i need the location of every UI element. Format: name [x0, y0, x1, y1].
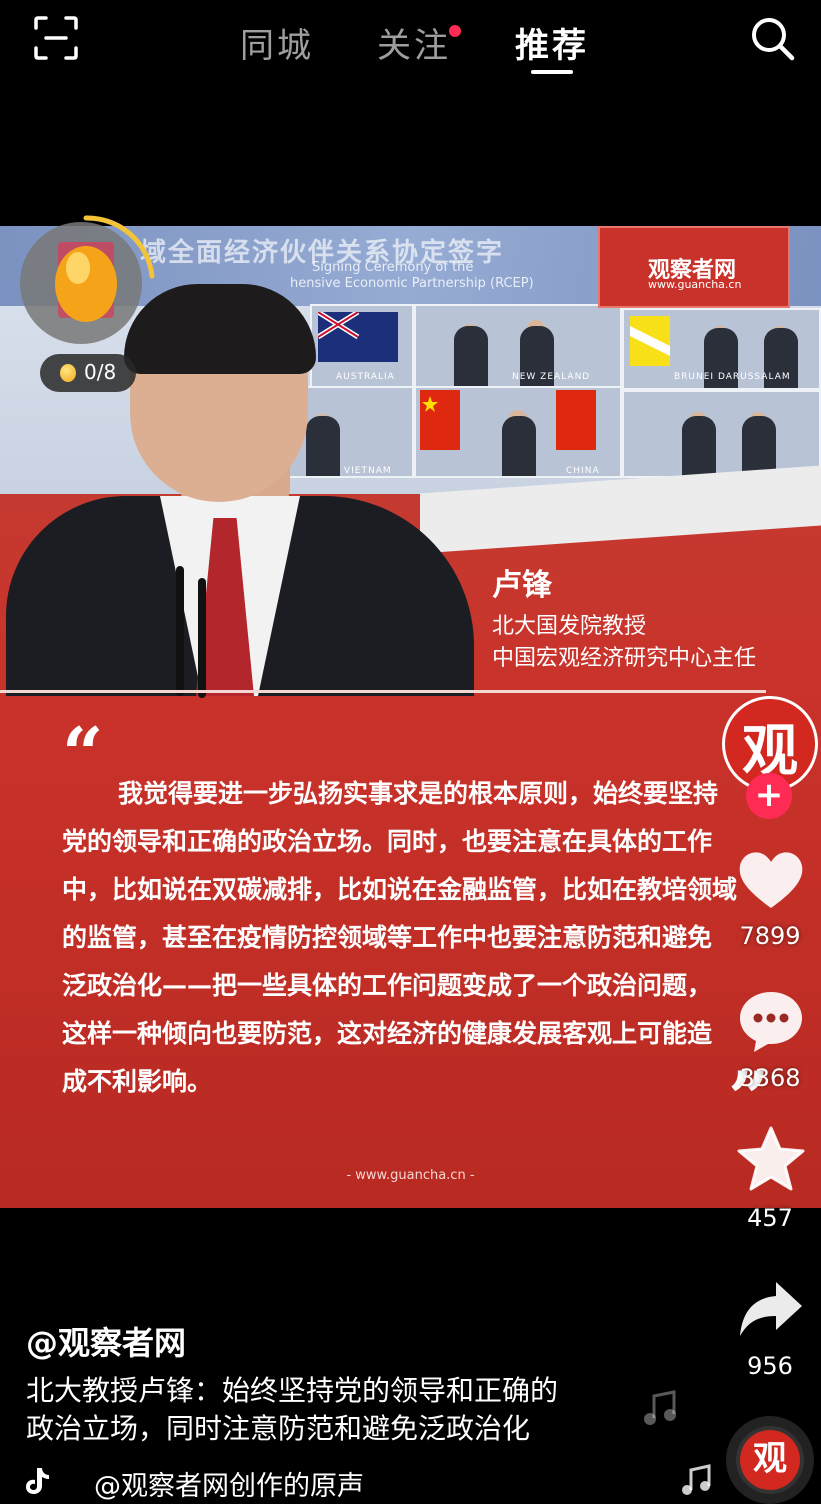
- tab-following[interactable]: 关注: [377, 18, 451, 67]
- share-arrow-icon[interactable]: [736, 1274, 806, 1344]
- favorite-count: 457: [747, 1204, 793, 1232]
- reward-progress-text: 0/8: [84, 360, 117, 384]
- quote-line: 泛政治化——把一些具体的工作问题变成了一个政治问题，: [62, 971, 713, 1000]
- music-note-icon: [644, 1390, 676, 1425]
- quote-line: 这样一种倾向也要防范，这对经济的健康发展客观上可能造: [62, 1019, 713, 1048]
- country-label: CHINA: [566, 466, 600, 476]
- comment-icon[interactable]: [736, 986, 806, 1056]
- speaker-title-1: 北大国发院教授: [492, 614, 647, 639]
- country-label: BRUNEI DARUSSALAM: [674, 372, 791, 382]
- music-title: @观察者网创作的原声: [94, 1471, 364, 1502]
- author-name[interactable]: @观察者网: [26, 1318, 186, 1364]
- video-panel-brunei: BRUNEI DARUSSALAM: [622, 308, 821, 390]
- quote-line: 的监管，甚至在疫情防控领域等工作中也要注意防范和避免: [62, 923, 713, 952]
- reward-progress-badge[interactable]: 0/8: [40, 354, 136, 392]
- comment-count: 3368: [739, 1064, 801, 1092]
- favorite-star-icon[interactable]: [736, 1124, 806, 1194]
- country-label: NEW ZEALAND: [512, 372, 591, 382]
- quote-text: 我觉得要进一步弘扬实事求是的根本原则，始终要坚持 党的领导和正确的政治立场。同时…: [62, 770, 782, 1106]
- speaker-name: 卢锋: [492, 568, 552, 603]
- speaker-title-2: 中国宏观经济研究中心主任: [492, 646, 757, 671]
- coin-icon: [60, 364, 76, 382]
- post-caption[interactable]: 北大教授卢锋：始终坚持党的领导和正确的 政治立场，同时注意防范和避免泛政治化: [26, 1372, 626, 1448]
- top-tabs: 同城 关注 推荐: [0, 12, 821, 72]
- like-heart-icon[interactable]: [736, 846, 806, 916]
- tab-recommend[interactable]: 推荐: [515, 18, 589, 67]
- follow-button[interactable]: +: [746, 773, 792, 819]
- quote-line: 成不利影响。: [62, 1067, 213, 1096]
- tiktok-logo-icon: [26, 1468, 49, 1494]
- notification-dot: [449, 25, 461, 37]
- quote-line: 我觉得要进一步弘扬实事求是的根本原则，始终要坚持: [118, 779, 719, 808]
- music-note-icon: [682, 1464, 711, 1495]
- video-panel-cambodia: [622, 390, 821, 478]
- search-icon[interactable]: [748, 14, 796, 62]
- active-tab-indicator: [531, 70, 573, 74]
- golden-egg-icon: [55, 242, 117, 322]
- divider-line: [0, 690, 766, 693]
- quote-line: 中，比如说在双碳减排，比如说在金融监管，比如在教培领域: [62, 875, 738, 904]
- quote-line: 党的领导和正确的政治立场。同时，也要注意在具体的工作: [62, 827, 713, 856]
- share-count: 956: [747, 1352, 793, 1380]
- top-bar: 同城 关注 推荐: [0, 0, 821, 90]
- video-url-footer: - www.guancha.cn -: [346, 1168, 475, 1183]
- music-disc-cover: 观: [740, 1430, 800, 1490]
- music-info[interactable]: @观察者网创作的原声: [24, 1462, 724, 1502]
- tab-nearby[interactable]: 同城: [240, 18, 314, 67]
- reward-widget[interactable]: [20, 214, 155, 346]
- like-count: 7899: [739, 922, 801, 950]
- caption-line-2: 政治立场，同时注意防范和避免泛政治化: [26, 1412, 531, 1445]
- caption-line-1: 北大教授卢锋：始终坚持党的领导和正确的: [26, 1374, 559, 1407]
- guancha-logo-url: www.guancha.cn: [648, 278, 742, 291]
